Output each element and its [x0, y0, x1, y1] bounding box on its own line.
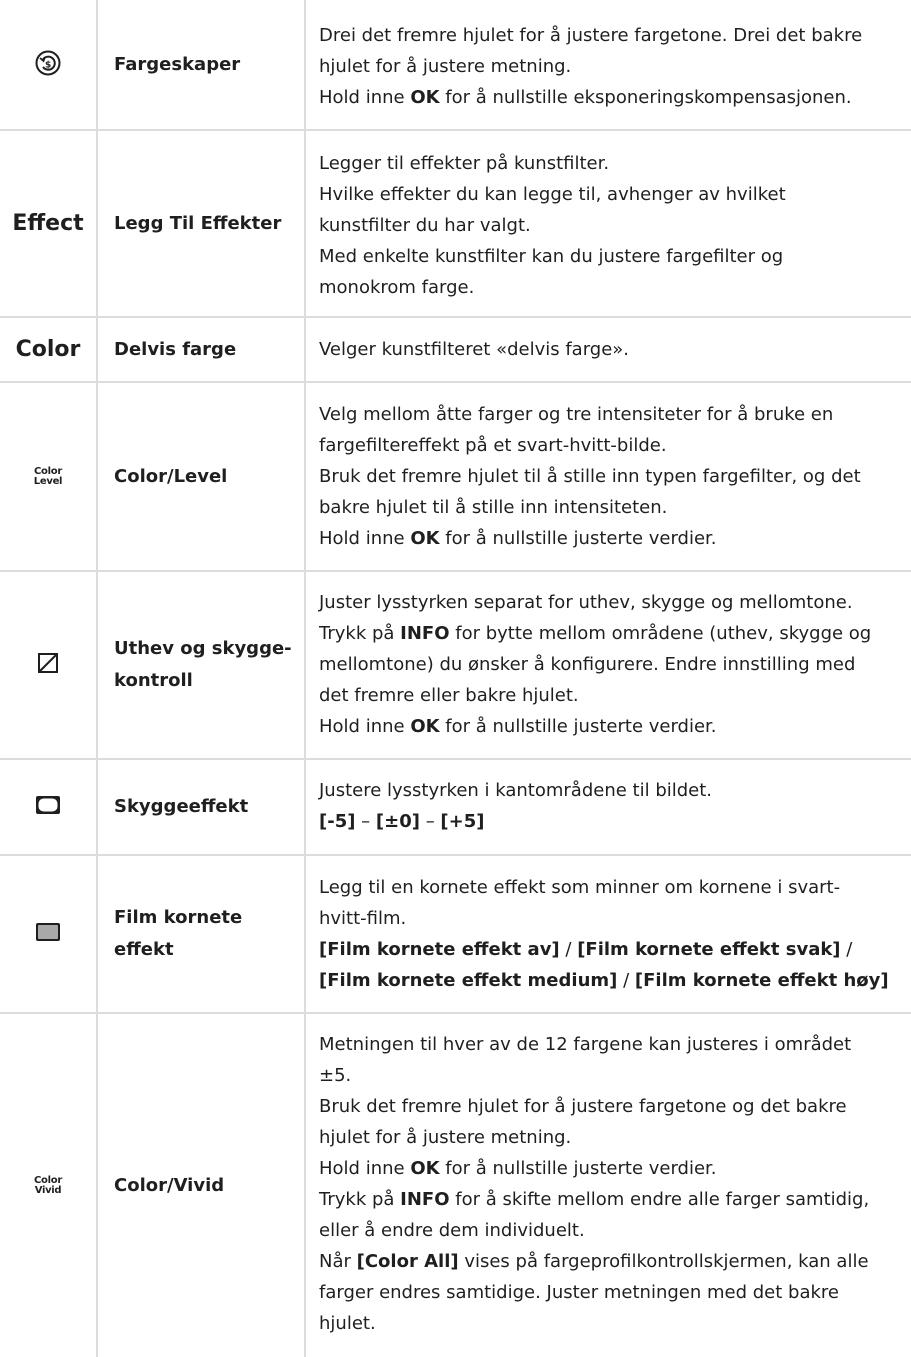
- description-line: Når [Color All] vises på fargeprofilkont…: [319, 1251, 869, 1272]
- description-line: kunstfilter du har valgt.: [319, 215, 531, 236]
- description-line: eller å endre dem individuelt.: [319, 1220, 585, 1241]
- setting-description: Legg til en kornete effekt som minner om…: [319, 872, 904, 996]
- setting-description: Legger til effekter på kunstfilter. Hvil…: [319, 148, 904, 303]
- setting-description: Metningen til hver av de 12 fargene kan …: [319, 1029, 904, 1339]
- description-line: hjulet for å justere metning.: [319, 1127, 572, 1148]
- highlight-shadow-icon: [38, 653, 58, 677]
- description-line: Metningen til hver av de 12 fargene kan …: [319, 1034, 852, 1055]
- description-line: hvitt-film.: [319, 908, 407, 929]
- setting-description: Drei det fremre hjulet for å justere far…: [319, 20, 904, 113]
- description-line: Velger kunstfilteret «delvis farge».: [319, 339, 630, 360]
- vignette-icon: [35, 795, 61, 819]
- description-line: Legger til effekter på kunstfilter.: [319, 153, 610, 174]
- table-row: Film kornete effekt Legg til en kornete e…: [0, 856, 911, 1014]
- description-line: Hold inne OK for å nullstille justerte v…: [319, 528, 717, 549]
- svg-text:$: $: [45, 60, 51, 70]
- description-line: fargefiltereffekt på et svart-hvitt-bild…: [319, 435, 667, 456]
- film-grain-options: [Film kornete effekt medium] / [Film kor…: [319, 970, 889, 991]
- effect-icon: Effect: [12, 211, 84, 236]
- description-line: Hvilke effekter du kan legge til, avheng…: [319, 184, 786, 205]
- vignette-range: [-5] – [±0] – [+5]: [319, 811, 485, 832]
- setting-description: Juster lysstyrken separat for uthev, sky…: [319, 587, 904, 742]
- table-row: Skyggeeffekt Justere lysstyrken i kantom…: [0, 760, 911, 856]
- description-line: ±5.: [319, 1065, 352, 1086]
- description-line: hjulet.: [319, 1313, 376, 1334]
- setting-description: Justere lysstyrken i kantområdene til bi…: [319, 775, 904, 837]
- settings-table: $ Fargeskaper Drei det fremre hjulet for…: [0, 0, 911, 1357]
- description-line: mellomtone) du ønsker å konfigurere. End…: [319, 654, 856, 675]
- table-row: Effect Legg Til Effekter Legger til effe…: [0, 131, 911, 318]
- setting-name: Delvis farge: [114, 338, 237, 360]
- setting-name: Film kornete effekt: [114, 907, 243, 960]
- description-line: farger endres samtidige. Juster metninge…: [319, 1282, 839, 1303]
- film-grain-options: [Film kornete effekt av] / [Film kornete…: [319, 939, 853, 960]
- highlight-shadow-cell: [0, 572, 96, 758]
- description-line: hjulet for å justere metning.: [319, 56, 572, 77]
- partial-color-icon: Color: [15, 337, 81, 362]
- description-line: Bruk det fremre hjulet til å stille inn …: [319, 466, 861, 487]
- table-row: Uthev og skygge-kontroll Juster lysstyrk…: [0, 572, 911, 760]
- description-line: Med enkelte kunstfilter kan du justere f…: [319, 246, 784, 267]
- film-grain-cell: [0, 856, 96, 1012]
- setting-name: Fargeskaper: [114, 53, 241, 75]
- description-line: Hold inne OK for å nullstille eksponerin…: [319, 87, 852, 108]
- vignette-cell: [0, 760, 96, 854]
- color-level-icon: Color Level: [33, 465, 63, 487]
- film-grain-icon: [35, 922, 61, 946]
- setting-name: Uthev og skygge-kontroll: [114, 638, 292, 691]
- table-row: Color Level Color/Level Velg mellom åtte …: [0, 383, 911, 572]
- description-line: Bruk det fremre hjulet for å justere far…: [319, 1096, 847, 1117]
- description-line: Hold inne OK for å nullstille justerte v…: [319, 716, 717, 737]
- setting-name: Color/Level: [114, 465, 228, 487]
- description-line: Juster lysstyrken separat for uthev, sky…: [319, 592, 853, 613]
- setting-name: Legg Til Effekter: [114, 212, 282, 234]
- setting-name: Color/Vivid: [114, 1174, 225, 1196]
- description-line: det fremre eller bakre hjulet.: [319, 685, 579, 706]
- description-line: Velg mellom åtte farger og tre intensite…: [319, 404, 834, 425]
- color-creator-dial-icon: $: [34, 49, 62, 81]
- description-line: bakre hjulet til å stille inn intensitet…: [319, 497, 668, 518]
- setting-description: Velger kunstfilteret «delvis farge».: [319, 334, 904, 365]
- table-row: Color Vivid Color/Vivid Metningen til hve…: [0, 1014, 911, 1357]
- color-creator-cell: $: [0, 0, 96, 129]
- table-row: $ Fargeskaper Drei det fremre hjulet for…: [0, 0, 911, 131]
- table-row: Color Delvis farge Velger kunstfilteret …: [0, 318, 911, 383]
- description-line: Hold inne OK for å nullstille justerte v…: [319, 1158, 717, 1179]
- description-line: Drei det fremre hjulet for å justere far…: [319, 25, 863, 46]
- setting-description: Velg mellom åtte farger og tre intensite…: [319, 399, 904, 554]
- description-line: Legg til en kornete effekt som minner om…: [319, 877, 841, 898]
- description-line: Justere lysstyrken i kantområdene til bi…: [319, 780, 713, 801]
- setting-name: Skyggeeffekt: [114, 796, 249, 817]
- description-line: monokrom farge.: [319, 277, 475, 298]
- description-line: Trykk på INFO for å skifte mellom endre …: [319, 1189, 870, 1210]
- description-line: Trykk på INFO for bytte mellom områdene …: [319, 623, 872, 644]
- color-vivid-icon: Color Vivid: [34, 1174, 62, 1196]
